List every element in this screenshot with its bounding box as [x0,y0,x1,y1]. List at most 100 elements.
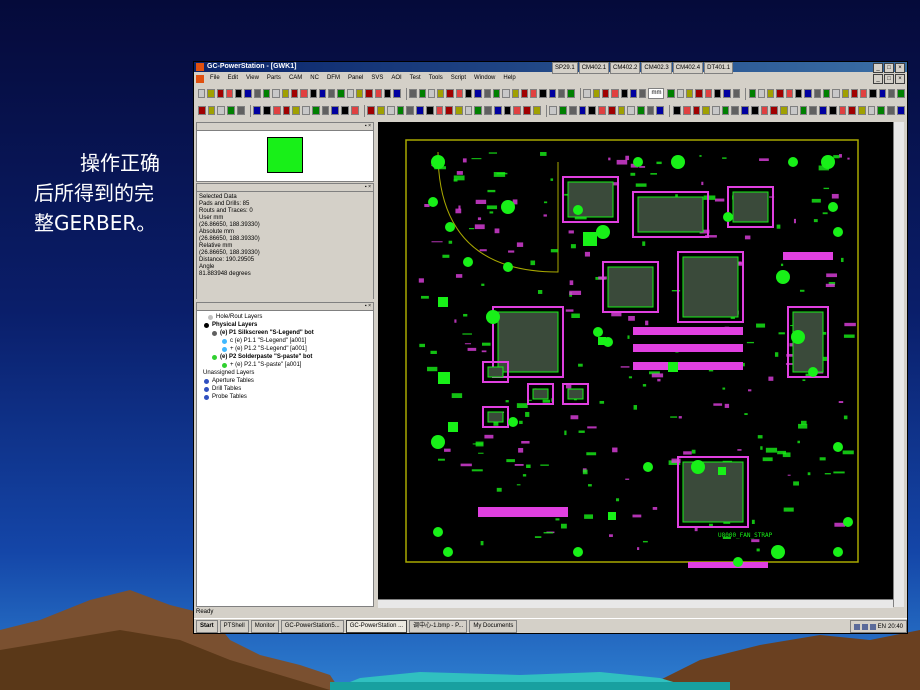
tool-button-icon[interactable] [809,106,818,115]
tool-button-icon[interactable] [207,106,216,115]
tool-button-icon[interactable] [838,106,847,115]
menu-parts[interactable]: Parts [263,73,285,84]
tool-button-icon[interactable] [465,89,473,98]
tool-button-icon[interactable] [568,106,577,115]
tool-button-icon[interactable] [860,89,868,98]
tool-button-icon[interactable] [331,106,340,115]
mdi-restore-icon[interactable]: □ [884,74,894,84]
tool-button-icon[interactable] [776,89,784,98]
tool-button-icon[interactable] [548,89,557,98]
tree-item[interactable]: + (e) P2.1 "S-paste" [a001] [199,361,371,369]
tool-button-icon[interactable] [692,106,701,115]
tree-item[interactable]: Aperture Tables [199,377,371,385]
vertical-scrollbar[interactable] [893,122,904,607]
menu-svs[interactable]: SVS [367,73,387,84]
tool-button-icon[interactable] [711,106,720,115]
tool-button-icon[interactable] [321,106,330,115]
pcb-board-canvas[interactable]: U8000_FAN_STRAP [378,122,893,599]
menu-view[interactable]: View [242,73,263,84]
tool-button-icon[interactable] [857,106,866,115]
tool-button-icon[interactable] [588,106,597,115]
tool-button-icon[interactable] [888,89,896,98]
tool-button-icon[interactable] [578,106,587,115]
tool-button-icon[interactable] [502,89,510,98]
tree-item[interactable]: Physical Layers [199,321,371,329]
tool-button-icon[interactable] [567,89,575,98]
tool-button-icon[interactable] [627,106,636,115]
taskbar-item[interactable]: GC-PowerStation5... [280,620,344,633]
menu-nc[interactable]: NC [306,73,323,84]
tool-button-icon[interactable] [337,89,345,98]
tool-button-icon[interactable] [513,106,522,115]
tool-button-icon[interactable] [607,106,616,115]
menu-test[interactable]: Test [406,73,425,84]
tool-button-icon[interactable] [702,106,710,115]
tool-button-icon[interactable] [896,106,905,115]
tool-button-icon[interactable] [464,106,473,115]
tool-button-icon[interactable] [682,106,691,115]
tree-item[interactable]: Hole/Rout Layers [199,313,371,321]
tool-button-icon[interactable] [474,89,482,98]
menu-aoi[interactable]: AOI [387,73,405,84]
tool-button-icon[interactable] [757,89,766,98]
menu-file[interactable]: File [206,73,224,84]
tool-button-icon[interactable] [427,89,436,98]
tool-button-icon[interactable] [435,106,444,115]
tool-button-icon[interactable] [235,89,243,98]
tool-button-icon[interactable] [484,106,492,115]
tool-button-icon[interactable] [617,106,626,115]
tool-button-icon[interactable] [341,106,349,115]
tree-item[interactable]: Unassigned Layers [199,369,371,377]
tool-button-icon[interactable] [667,89,675,98]
tool-button-icon[interactable] [318,89,327,98]
mdi-close-icon[interactable]: × [895,74,905,84]
tool-button-icon[interactable] [741,106,749,115]
tool-button-icon[interactable] [409,89,417,98]
tool-button-icon[interactable] [656,106,665,115]
tool-button-icon[interactable] [676,89,685,98]
maximize-icon[interactable]: □ [884,63,894,73]
tool-button-icon[interactable] [383,89,392,98]
tool-button-icon[interactable] [841,89,849,98]
taskbar-item[interactable]: Monitor [250,620,279,633]
tool-button-icon[interactable] [583,89,591,98]
tool-button-icon[interactable] [253,89,262,98]
tool-button-icon[interactable] [227,106,235,115]
tree-item[interactable]: (e) P1 Silkscreen "S-Legend" bot [199,329,371,337]
tool-button-icon[interactable] [686,89,694,98]
menu-cam[interactable]: CAM [285,73,306,84]
tool-button-icon[interactable] [639,89,647,98]
tool-button-icon[interactable] [520,89,529,98]
tool-button-icon[interactable] [559,106,567,115]
tool-button-icon[interactable] [523,106,531,115]
tool-button-icon[interactable] [198,106,206,115]
tool-button-icon[interactable] [290,89,299,98]
tool-button-icon[interactable] [646,106,655,115]
tool-button-icon[interactable] [350,106,359,115]
tool-button-icon[interactable] [713,89,722,98]
tool-button-icon[interactable] [437,89,445,98]
tool-button-icon[interactable] [198,89,206,98]
tool-button-icon[interactable] [292,106,301,115]
tool-button-icon[interactable] [819,106,827,115]
tool-button-icon[interactable] [878,89,887,98]
tool-button-icon[interactable] [750,106,759,115]
tool-button-icon[interactable] [850,89,859,98]
tool-button-icon[interactable] [767,89,775,98]
tool-button-icon[interactable] [511,89,519,98]
tool-button-icon[interactable] [869,89,877,98]
units-select[interactable]: mm [648,88,665,99]
tool-button-icon[interactable] [225,89,234,98]
language-indicator[interactable]: EN [878,624,886,630]
tray-icon[interactable] [861,623,868,630]
tool-button-icon[interactable] [832,89,840,98]
tool-button-icon[interactable] [721,106,730,115]
tool-button-icon[interactable] [253,106,262,115]
tool-button-icon[interactable] [780,106,788,115]
menu-edit[interactable]: Edit [224,73,242,84]
tool-button-icon[interactable] [492,89,501,98]
tool-button-icon[interactable] [377,106,385,115]
taskbar-item[interactable]: GC-PowerStation ... [345,620,408,633]
tool-button-icon[interactable] [217,106,226,115]
tool-button-icon[interactable] [446,89,454,98]
